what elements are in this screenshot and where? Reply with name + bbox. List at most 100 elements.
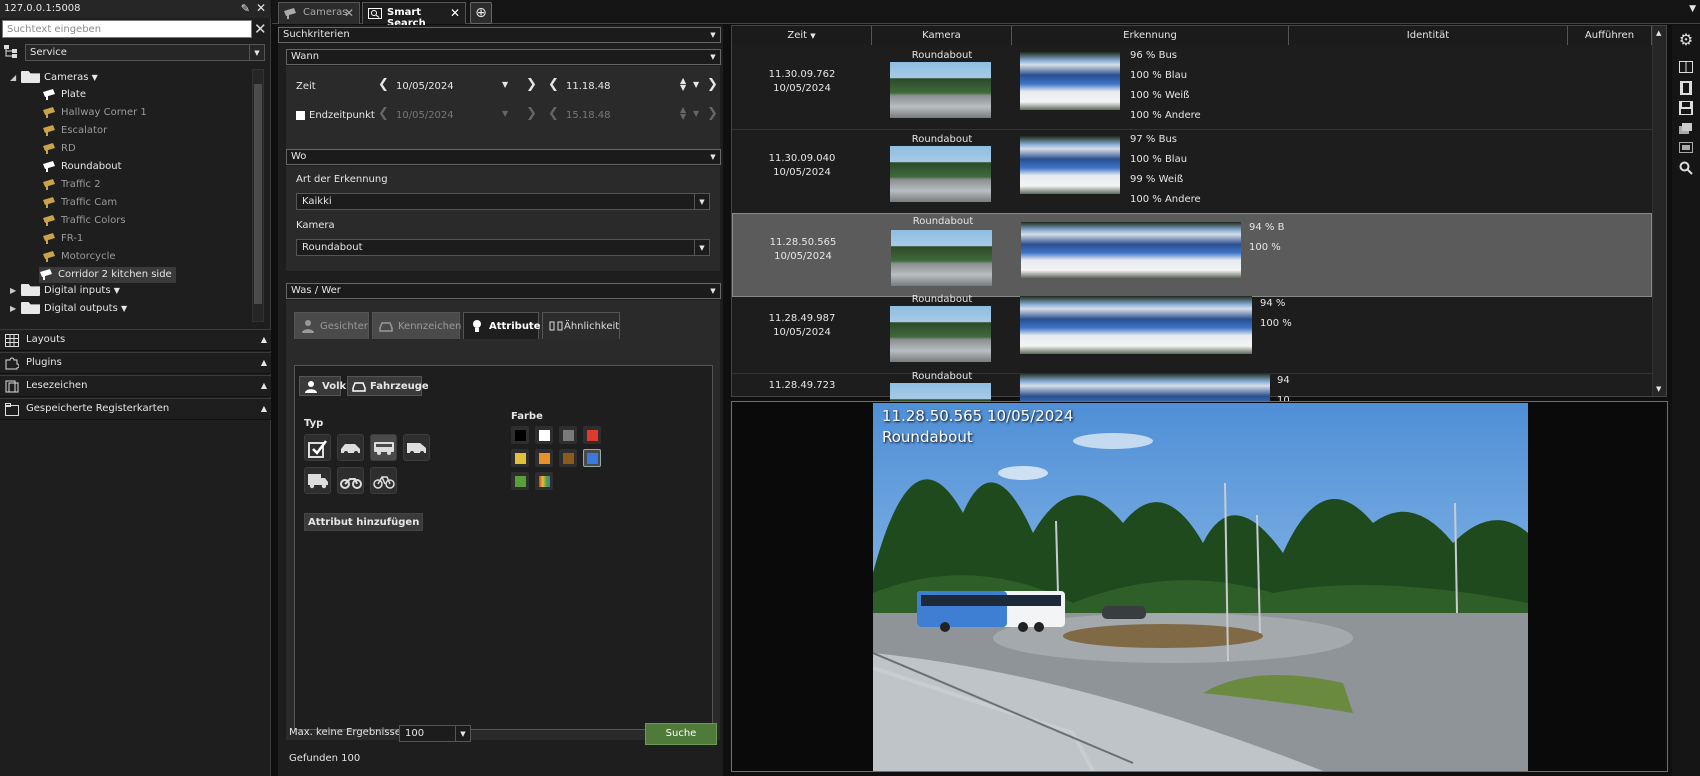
tree-camera-item[interactable]: Traffic Colors (42, 213, 126, 229)
result-scene-thumbnail[interactable] (890, 306, 991, 362)
search-button[interactable]: Suche (645, 723, 717, 745)
type-car-button[interactable] (337, 434, 364, 461)
color-swatch[interactable] (583, 426, 601, 444)
export-icon[interactable] (1678, 121, 1694, 137)
result-row[interactable]: 11.28.49.987 10/05/2024 Roundabout 94 % 100 … (732, 290, 1652, 374)
type-van-button[interactable] (403, 434, 430, 461)
time-spinner-icon[interactable]: ▲ ▼ (680, 77, 686, 92)
checkbox-icon[interactable] (296, 110, 305, 120)
result-scene-thumbnail[interactable] (890, 62, 991, 118)
start-date[interactable]: 10/05/2024 (396, 81, 454, 92)
end-date[interactable]: 10/05/2024 (396, 110, 454, 121)
section-saved-tabs[interactable]: Gespeicherte Registerkarten ▲ (0, 398, 271, 420)
type-truck-button[interactable] (304, 467, 331, 494)
expand-triangle-icon[interactable]: ◢ (10, 70, 16, 86)
result-detection-thumbnail[interactable] (1020, 136, 1120, 194)
tab-aehnlichkeit[interactable]: Ähnlichkeit (542, 312, 620, 339)
wo-header[interactable]: Wo ▼ (286, 149, 721, 165)
save-icon[interactable] (1678, 101, 1694, 117)
color-swatch[interactable] (535, 472, 553, 490)
type-bicycle-button[interactable] (370, 467, 397, 494)
result-row[interactable]: 11.30.09.040 10/05/2024 Roundabout 97 % Bus… (732, 130, 1652, 214)
volk-button[interactable]: Volk (299, 376, 346, 396)
magnifier-icon[interactable] (1678, 161, 1694, 177)
col-identitaet[interactable]: Identität (1289, 26, 1568, 45)
result-detection-thumbnail[interactable] (1021, 222, 1241, 278)
kamera-dropdown[interactable]: Roundabout ▼ (296, 239, 710, 256)
tree-camera-item[interactable]: Escalator (42, 123, 107, 139)
tab-cameras[interactable]: Cameras ✕ (278, 2, 360, 24)
prev-date-arrow[interactable]: ❮ (378, 77, 389, 92)
result-row[interactable]: 11.30.09.762 10/05/2024 Roundabout 96 % Bus… (732, 46, 1652, 130)
result-scene-thumbnail[interactable] (891, 230, 992, 286)
criteria-header[interactable]: Suchkriterien ▼ (278, 27, 721, 43)
report-icon[interactable] (1678, 141, 1694, 157)
tab-smart-search[interactable]: Smart Search ✕ (362, 2, 466, 29)
scroll-down-icon[interactable]: ▼ (1656, 385, 1661, 393)
fahrzeuge-button[interactable]: Fahrzeuge (347, 376, 429, 396)
time-dropdown-icon[interactable]: ▼ (693, 80, 699, 89)
layout-split-icon[interactable] (1678, 61, 1694, 77)
tree-scrollbar-thumb[interactable] (254, 84, 262, 304)
prev-end-date-arrow[interactable]: ❮ (378, 106, 389, 121)
wann-header[interactable]: Wann ▼ (286, 49, 721, 65)
tree-camera-item[interactable]: RD (42, 141, 76, 157)
section-lesezeichen[interactable]: Lesezeichen ▲ (0, 375, 271, 397)
close-tab-icon[interactable]: ✕ (450, 6, 460, 20)
col-erkennung[interactable]: Erkennung (1012, 26, 1289, 45)
date-dropdown-icon[interactable]: ▼ (502, 80, 508, 89)
add-attribute-button[interactable]: Attribut hinzufügen (304, 513, 424, 531)
color-swatch[interactable] (511, 449, 529, 467)
filmstrip-icon[interactable] (1678, 81, 1694, 97)
end-time-dropdown-icon[interactable]: ▼ (693, 109, 699, 118)
tree-search-input[interactable]: Suchtext eingeben (2, 20, 252, 38)
endzeit-checkbox[interactable]: Endzeitpunkt (296, 110, 375, 121)
result-detection-thumbnail[interactable] (1020, 296, 1252, 354)
tab-attribute[interactable]: Attribute (463, 312, 541, 339)
next-date-arrow[interactable]: ❯ (526, 77, 537, 92)
tree-cameras-folder[interactable]: ◢ Cameras ▼ (10, 70, 98, 86)
add-tab-button[interactable]: ⊕ (470, 2, 492, 24)
color-swatch[interactable] (535, 426, 553, 444)
color-swatch[interactable] (583, 449, 601, 467)
tree-camera-item[interactable]: Roundabout (42, 159, 122, 175)
next-time-arrow[interactable]: ❯ (707, 77, 718, 92)
tree-camera-item[interactable]: Corridor 2 kitchen side (39, 267, 176, 283)
close-tab-icon[interactable]: ✕ (344, 6, 354, 20)
pin-icon[interactable]: ✎ (241, 2, 250, 15)
color-swatch[interactable] (559, 426, 577, 444)
col-kamera[interactable]: Kamera (872, 26, 1012, 45)
col-zeit[interactable]: Zeit ▼ (732, 26, 872, 45)
end-time-spinner-icon[interactable]: ▲ ▼ (680, 106, 686, 121)
tab-gesichter[interactable]: Gesichter (294, 312, 369, 339)
type-bus-button[interactable] (370, 434, 397, 461)
tree-camera-item[interactable]: Plate (42, 87, 86, 103)
max-results-dropdown[interactable]: 100 ▼ (399, 725, 471, 742)
result-detection-thumbnail[interactable] (1020, 52, 1120, 110)
next-end-time-arrow[interactable]: ❯ (707, 106, 718, 121)
end-time[interactable]: 15.18.48 (566, 110, 611, 121)
tree-camera-item[interactable]: Motorcycle (42, 249, 116, 265)
results-scrollbar[interactable]: ▲ ▼ (1652, 26, 1666, 396)
waswer-header[interactable]: Was / Wer ▼ (286, 283, 721, 299)
collapse-triangle-icon[interactable]: ▶ (10, 301, 16, 317)
color-swatch[interactable] (511, 472, 529, 490)
result-scene-thumbnail[interactable] (890, 146, 991, 202)
tree-camera-item[interactable]: Hallway Corner 1 (42, 105, 147, 121)
col-auffuehren[interactable]: Aufführen (1568, 26, 1652, 45)
type-motorcycle-button[interactable] (337, 467, 364, 494)
prev-end-time-arrow[interactable]: ❮ (548, 106, 559, 121)
color-swatch[interactable] (511, 426, 529, 444)
service-dropdown[interactable]: Service ▼ (25, 44, 265, 61)
tab-kennzeichen[interactable]: Kennzeichen (372, 312, 461, 339)
section-layouts[interactable]: Layouts ▲ (0, 329, 271, 351)
prev-time-arrow[interactable]: ❮ (548, 77, 559, 92)
video-frame[interactable] (873, 403, 1528, 771)
color-swatch[interactable] (535, 449, 553, 467)
color-swatch[interactable] (559, 449, 577, 467)
tree-camera-item[interactable]: FR-1 (42, 231, 83, 247)
tree-digital-inputs[interactable]: ▶ Digital inputs ▼ (10, 283, 120, 299)
window-menu-icon[interactable]: ▼ (1689, 4, 1696, 14)
settings-gear-icon[interactable]: ⚙ (1678, 30, 1694, 49)
start-time[interactable]: 11.18.48 (566, 81, 611, 92)
